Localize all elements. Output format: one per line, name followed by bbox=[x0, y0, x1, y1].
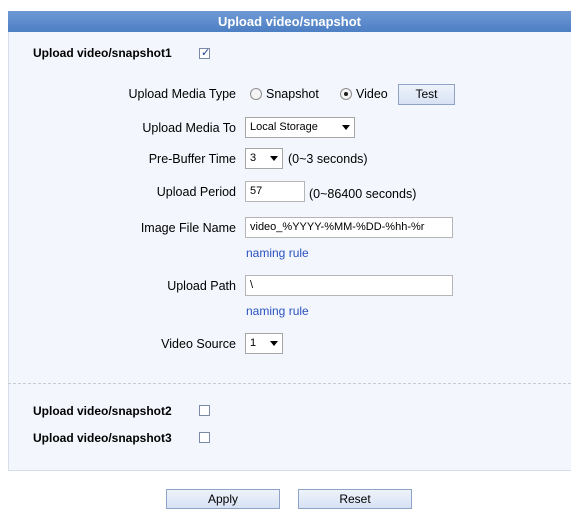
prebuffer-select[interactable]: 3 bbox=[245, 148, 283, 169]
snapshot-radio[interactable] bbox=[250, 88, 262, 100]
media-to-value: Local Storage bbox=[250, 121, 318, 133]
panel-header: Upload video/snapshot bbox=[8, 11, 571, 32]
test-button[interactable]: Test bbox=[398, 84, 455, 105]
section-divider bbox=[8, 383, 571, 384]
prebuffer-hint: (0~3 seconds) bbox=[288, 152, 368, 166]
prebuffer-label: Pre-Buffer Time bbox=[148, 152, 236, 166]
chevron-down-icon bbox=[270, 341, 278, 346]
period-label: Upload Period bbox=[156, 185, 236, 199]
reset-button[interactable]: Reset bbox=[298, 489, 412, 509]
media-type-label: Upload Media Type bbox=[128, 87, 236, 101]
video-radio[interactable] bbox=[340, 88, 352, 100]
snapshot3-checkbox[interactable] bbox=[199, 432, 210, 443]
video-source-label: Video Source bbox=[161, 337, 236, 351]
snapshot2-checkbox[interactable] bbox=[199, 405, 210, 416]
video-source-select[interactable]: 1 bbox=[245, 333, 283, 354]
path-label: Upload Path bbox=[167, 279, 236, 293]
prebuffer-value: 3 bbox=[250, 152, 257, 164]
image-naming-rule-link[interactable]: naming rule bbox=[246, 246, 309, 260]
chevron-down-icon bbox=[270, 156, 278, 161]
chevron-down-icon bbox=[342, 125, 350, 130]
snapshot2-label: Upload video/snapshot2 bbox=[33, 404, 172, 418]
snapshot1-label: Upload video/snapshot1 bbox=[33, 46, 172, 60]
snapshot3-label: Upload video/snapshot3 bbox=[33, 431, 172, 445]
apply-button[interactable]: Apply bbox=[166, 489, 280, 509]
snapshot-radio-label: Snapshot bbox=[266, 87, 319, 101]
media-to-select[interactable]: Local Storage bbox=[245, 117, 355, 138]
period-input[interactable]: 57 bbox=[245, 181, 305, 202]
video-radio-label: Video bbox=[356, 87, 388, 101]
image-name-input[interactable]: video_%YYYY-%MM-%DD-%hh-%r bbox=[245, 217, 453, 238]
path-input[interactable]: \ bbox=[245, 275, 453, 296]
media-to-label: Upload Media To bbox=[142, 121, 236, 135]
video-source-value: 1 bbox=[250, 337, 257, 349]
path-naming-rule-link[interactable]: naming rule bbox=[246, 304, 309, 318]
period-hint: (0~86400 seconds) bbox=[309, 187, 417, 201]
image-name-label: Image File Name bbox=[140, 221, 236, 235]
snapshot1-checkbox[interactable] bbox=[199, 46, 210, 59]
